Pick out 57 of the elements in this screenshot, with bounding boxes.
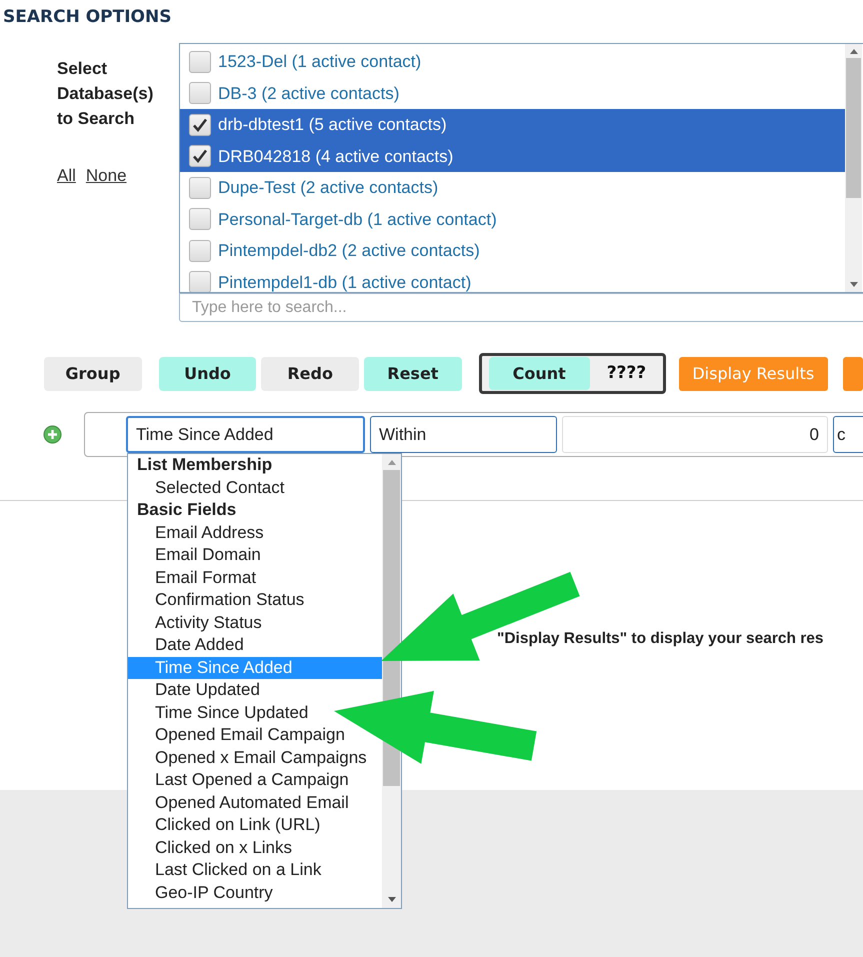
section-title: SEARCH OPTIONS [2,6,172,28]
checkbox[interactable] [189,82,211,104]
database-option[interactable]: Pintempdel1-db (1 active contact) [180,266,845,292]
database-option[interactable]: DB-3 (2 active contacts) [180,78,845,109]
dropdown-option[interactable]: Selected Contact [128,476,284,499]
database-option[interactable]: Dupe-Test (2 active contacts) [180,172,845,204]
toolbar-button[interactable]: Reset [364,356,462,390]
add-icon[interactable] [43,425,62,444]
database-option[interactable]: DRB042818 (4 active contacts) [180,140,845,172]
database-option[interactable]: Personal-Target-db (1 active contact) [180,204,845,235]
dropdown-option[interactable]: Activity Status [128,612,262,634]
database-option[interactable]: Pintempdel-db2 (2 active contacts) [180,235,845,266]
dropdown-option[interactable]: Time Since Updated [128,702,308,724]
checkbox[interactable] [189,176,211,199]
dropdown-option[interactable]: Email Address [128,522,264,544]
checkbox[interactable] [189,50,211,73]
operator-select[interactable]: Within [370,416,557,453]
unit-select[interactable]: c [833,416,863,453]
scroll-thumb[interactable] [846,58,861,198]
checkbox[interactable] [189,145,211,168]
database-option[interactable]: 1523-Del (1 active contact) [180,46,845,78]
dropdown-option[interactable]: Date Updated [128,679,260,702]
field-select[interactable]: Time Since Added [126,416,365,453]
select-link[interactable]: All [57,163,76,188]
database-picker-label: Select Database(s) to Search [57,58,154,130]
toolbar-button[interactable]: Undo [158,356,256,390]
amount-field[interactable]: 0 [562,416,828,453]
scrollbar[interactable] [845,44,862,292]
dropdown-option[interactable]: Clicked on Link (URL) [128,814,320,836]
dropdown-option[interactable]: Email Format [128,566,256,589]
checkbox[interactable] [189,271,211,292]
dropdown-option[interactable]: Opened x Email Campaigns [128,746,367,769]
checkmark-icon [192,148,208,164]
dropdown-option[interactable]: Date Added [128,634,244,656]
count-button[interactable]: Count [488,357,590,390]
dropdown-option[interactable]: Opened Automated Email [128,792,349,814]
checkbox[interactable] [189,240,211,262]
dropdown-option[interactable]: Email Domain [128,544,261,566]
search-field[interactable]: Type here to search... [179,293,863,322]
dropdown-option[interactable]: Last Opened a Campaign [128,769,349,792]
toolbar-button[interactable]: Group [44,356,142,390]
checkmark-icon [192,116,208,133]
checkbox[interactable] [189,114,211,136]
option-group-label: Basic Fields [136,499,238,521]
checkbox[interactable] [189,208,211,230]
action-button[interactable] [842,356,863,390]
toolbar-button[interactable]: Redo [261,356,360,390]
dropdown-option[interactable]: Opened Email Campaign [128,724,345,746]
count-value: ???? [606,362,646,385]
select-link[interactable]: None [86,163,127,188]
option-group-label: List Membership [136,454,274,476]
dropdown-option[interactable]: Geo-IP Country [128,882,273,904]
results-hint: "Display Results" to display your search res [497,630,824,648]
dropdown-option[interactable]: Clicked on x Links [128,836,292,859]
dropdown-option[interactable]: Confirmation Status [128,589,304,612]
database-option[interactable]: drb-dbtest1 (5 active contacts) [180,109,845,140]
dropdown-option[interactable]: Last Clicked on a Link [128,859,322,882]
